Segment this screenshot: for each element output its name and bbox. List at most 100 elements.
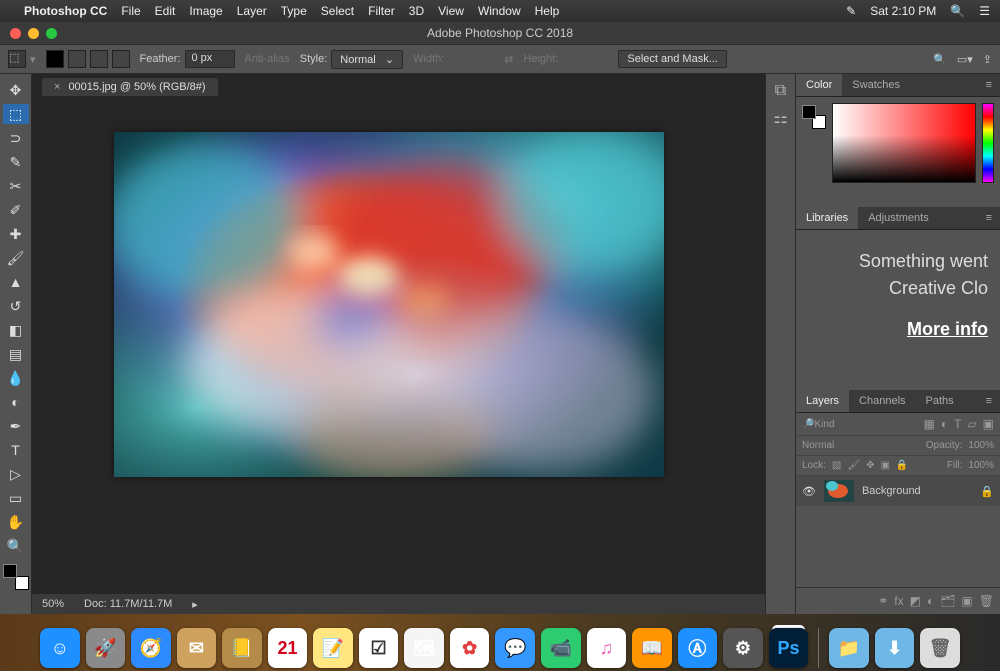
subtract-selection-icon[interactable]: [90, 50, 108, 68]
intersect-selection-icon[interactable]: [112, 50, 130, 68]
menu-help[interactable]: Help: [535, 4, 560, 18]
dock-notes[interactable]: 📝: [313, 628, 353, 668]
filter-type-icon[interactable]: T: [954, 417, 961, 431]
select-and-mask-button[interactable]: Select and Mask...: [618, 50, 727, 68]
app-menu[interactable]: Photoshop CC: [24, 4, 107, 18]
new-layer-icon[interactable]: ▣: [961, 594, 972, 608]
add-mask-icon[interactable]: ◩: [910, 594, 921, 608]
dock-mail[interactable]: ✉: [177, 628, 217, 668]
tab-swatches[interactable]: Swatches: [842, 74, 910, 96]
menu-window[interactable]: Window: [478, 4, 521, 18]
filter-shape-icon[interactable]: ▱: [967, 417, 976, 431]
dodge-tool[interactable]: ◐: [3, 392, 29, 412]
menu-type[interactable]: Type: [281, 4, 307, 18]
libraries-more-info-link[interactable]: More info: [907, 319, 988, 339]
marquee-tool[interactable]: ⬚: [3, 104, 29, 124]
dock-facetime[interactable]: 📹: [541, 628, 581, 668]
dock-launchpad[interactable]: 🚀: [86, 628, 126, 668]
search-icon[interactable]: 🔍: [933, 53, 947, 66]
workspace-switcher-icon[interactable]: ▭▾: [957, 53, 973, 66]
selection-mode-icon[interactable]: ⬚: [8, 50, 26, 68]
dock-finder[interactable]: ☺: [40, 628, 80, 668]
dock-photoshop[interactable]: Ps: [769, 628, 809, 668]
lock-pixels-icon[interactable]: 🖌: [847, 460, 860, 471]
color-fgbg-swatch[interactable]: [802, 105, 826, 129]
lasso-tool[interactable]: ⊃: [3, 128, 29, 148]
tab-layers[interactable]: Layers: [796, 390, 849, 412]
layer-lock-icon[interactable]: 🔒: [980, 485, 994, 498]
gradient-tool[interactable]: ▤: [3, 344, 29, 364]
filter-pixel-icon[interactable]: ▦: [923, 417, 934, 431]
menu-view[interactable]: View: [438, 4, 464, 18]
document-tab[interactable]: × 00015.jpg @ 50% (RGB/8#): [42, 78, 218, 96]
libraries-panel-menu-icon[interactable]: ≡: [978, 207, 1000, 229]
menu-3d[interactable]: 3D: [409, 4, 424, 18]
tab-channels[interactable]: Channels: [849, 390, 915, 412]
layer-row[interactable]: 👁 Background 🔒: [796, 476, 1000, 506]
history-panel-icon[interactable]: ⧉: [775, 82, 786, 100]
menu-edit[interactable]: Edit: [155, 4, 176, 18]
lock-position-icon[interactable]: ✥: [866, 460, 874, 471]
dock-settings[interactable]: ⚙: [723, 628, 763, 668]
lock-transparent-icon[interactable]: ▨: [832, 460, 841, 471]
history-brush-tool[interactable]: ↺: [3, 296, 29, 316]
filter-adjust-icon[interactable]: ◐: [941, 417, 948, 431]
menu-layer[interactable]: Layer: [237, 4, 267, 18]
dock-calendar[interactable]: 21: [268, 628, 308, 668]
layer-name[interactable]: Background: [862, 485, 921, 497]
close-tab-icon[interactable]: ×: [54, 81, 60, 93]
shape-tool[interactable]: ▭: [3, 488, 29, 508]
eyedropper-tool[interactable]: ✐: [3, 200, 29, 220]
zoom-level[interactable]: 50%: [42, 598, 64, 610]
notification-center-icon[interactable]: ✎: [846, 4, 856, 18]
layer-filter-kind[interactable]: 🔎Kind: [802, 419, 834, 430]
crop-tool[interactable]: ✂: [3, 176, 29, 196]
doc-size[interactable]: Doc: 11.7M/11.7M: [84, 598, 172, 610]
spotlight-icon[interactable]: 🔍: [950, 4, 965, 18]
menu-filter[interactable]: Filter: [368, 4, 395, 18]
hue-slider[interactable]: [982, 103, 994, 183]
dock-contacts[interactable]: 📒: [222, 628, 262, 668]
dock-reminders[interactable]: ☑: [359, 628, 399, 668]
opacity-value[interactable]: 100%: [968, 440, 994, 451]
hand-tool[interactable]: ✋: [3, 512, 29, 532]
filter-smart-icon[interactable]: ▣: [983, 417, 994, 431]
dock-maps[interactable]: 🗺: [404, 628, 444, 668]
canvas-area[interactable]: × 00015.jpg @ 50% (RGB/8#): [32, 74, 765, 614]
new-group-icon[interactable]: 🗂: [940, 594, 955, 608]
tab-color[interactable]: Color: [796, 74, 842, 96]
document-canvas[interactable]: [114, 132, 664, 477]
feather-input[interactable]: 0 px: [185, 50, 235, 68]
tab-libraries[interactable]: Libraries: [796, 207, 858, 229]
move-tool[interactable]: ✥: [3, 80, 29, 100]
brush-tool[interactable]: 🖌: [3, 248, 29, 268]
dock-itunes[interactable]: ♫: [587, 628, 627, 668]
new-selection-icon[interactable]: [46, 50, 64, 68]
menu-image[interactable]: Image: [189, 4, 222, 18]
dock-appstore[interactable]: Ⓐ: [678, 628, 718, 668]
properties-panel-icon[interactable]: ⚏: [773, 108, 787, 128]
color-panel-menu-icon[interactable]: ≡: [978, 74, 1000, 96]
quick-select-tool[interactable]: ✎: [3, 152, 29, 172]
dock-messages[interactable]: 💬: [495, 628, 535, 668]
delete-layer-icon[interactable]: 🗑: [979, 594, 994, 608]
dock-photos[interactable]: ✿: [450, 628, 490, 668]
menu-file[interactable]: File: [121, 4, 140, 18]
menu-extras-icon[interactable]: ☰: [979, 4, 990, 18]
blur-tool[interactable]: 💧: [3, 368, 29, 388]
tab-paths[interactable]: Paths: [916, 390, 964, 412]
share-icon[interactable]: ⇪: [983, 53, 992, 66]
zoom-tool[interactable]: 🔍: [3, 536, 29, 556]
dock-safari[interactable]: 🧭: [131, 628, 171, 668]
layer-visibility-icon[interactable]: 👁: [802, 485, 816, 498]
dock-downloads-folder[interactable]: ⬇: [875, 628, 915, 668]
fill-value[interactable]: 100%: [968, 460, 994, 471]
dock-documents-folder[interactable]: 📁: [829, 628, 869, 668]
blend-mode-dropdown[interactable]: Normal: [802, 440, 834, 451]
color-field[interactable]: [832, 103, 976, 183]
layers-panel-menu-icon[interactable]: ≡: [978, 390, 1000, 412]
lock-artboard-icon[interactable]: ▣: [880, 460, 889, 471]
statusbar-chevron-icon[interactable]: ▸: [192, 598, 198, 611]
dock-ibooks[interactable]: 📖: [632, 628, 672, 668]
fg-bg-swatch[interactable]: [3, 564, 29, 590]
